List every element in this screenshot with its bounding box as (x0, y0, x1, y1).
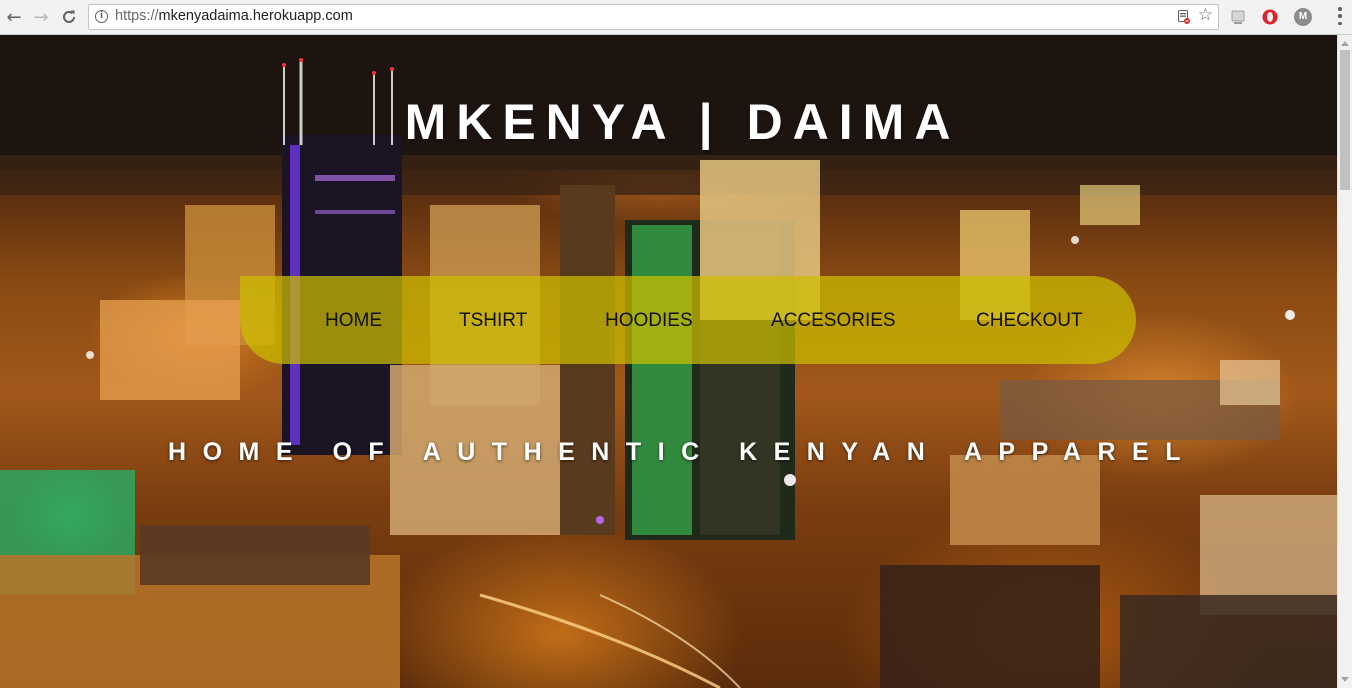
shield-blocked-icon[interactable] (1178, 10, 1190, 24)
nav-link-accesories[interactable]: ACCESORIES (771, 310, 896, 332)
url-text[interactable]: https://mkenyadaima.herokuapp.com (115, 8, 353, 24)
nav-link-tshirt[interactable]: TSHIRT (459, 310, 527, 332)
extension-icon[interactable] (1229, 8, 1247, 26)
page-viewport: MKENYA | DAIMA HOME TSHIRT HOODIES ACCES… (0, 35, 1337, 688)
page-scrollbar[interactable] (1337, 35, 1352, 688)
nav-link-checkout[interactable]: CHECKOUT (976, 310, 1083, 332)
nav-link-home[interactable]: HOME (325, 310, 382, 332)
back-button[interactable]: ← (3, 6, 25, 28)
opera-icon[interactable] (1261, 8, 1279, 26)
forward-arrow-icon: → (33, 6, 49, 28)
back-arrow-icon: ← (6, 6, 22, 28)
browser-toolbar: ← → i https://mkenyadaima.herokuapp.com … (0, 0, 1352, 35)
reload-button[interactable] (58, 6, 80, 28)
scroll-down-arrow-icon[interactable] (1341, 677, 1349, 682)
browser-menu-icon[interactable] (1338, 7, 1342, 25)
forward-button[interactable]: → (30, 6, 52, 28)
m-extension-icon[interactable]: M (1294, 8, 1312, 26)
nav-link-hoodies[interactable]: HOODIES (605, 310, 693, 332)
site-title: MKENYA | DAIMA (404, 94, 961, 150)
url-host: mkenyadaima.herokuapp.com (158, 8, 353, 24)
url-scheme: https:// (115, 8, 159, 24)
site-tagline: HOME OF AUTHENTIC KENYAN APPAREL (168, 438, 1197, 466)
bookmark-star-icon[interactable]: ☆ (1198, 5, 1213, 25)
info-icon[interactable]: i (95, 10, 108, 23)
scroll-thumb[interactable] (1340, 50, 1350, 190)
reload-icon (63, 10, 75, 23)
address-bar[interactable]: i https://mkenyadaima.herokuapp.com ☆ (88, 4, 1219, 30)
scroll-up-arrow-icon[interactable] (1341, 41, 1349, 46)
main-navigation: HOME TSHIRT HOODIES ACCESORIES CHECKOUT (240, 276, 1136, 364)
